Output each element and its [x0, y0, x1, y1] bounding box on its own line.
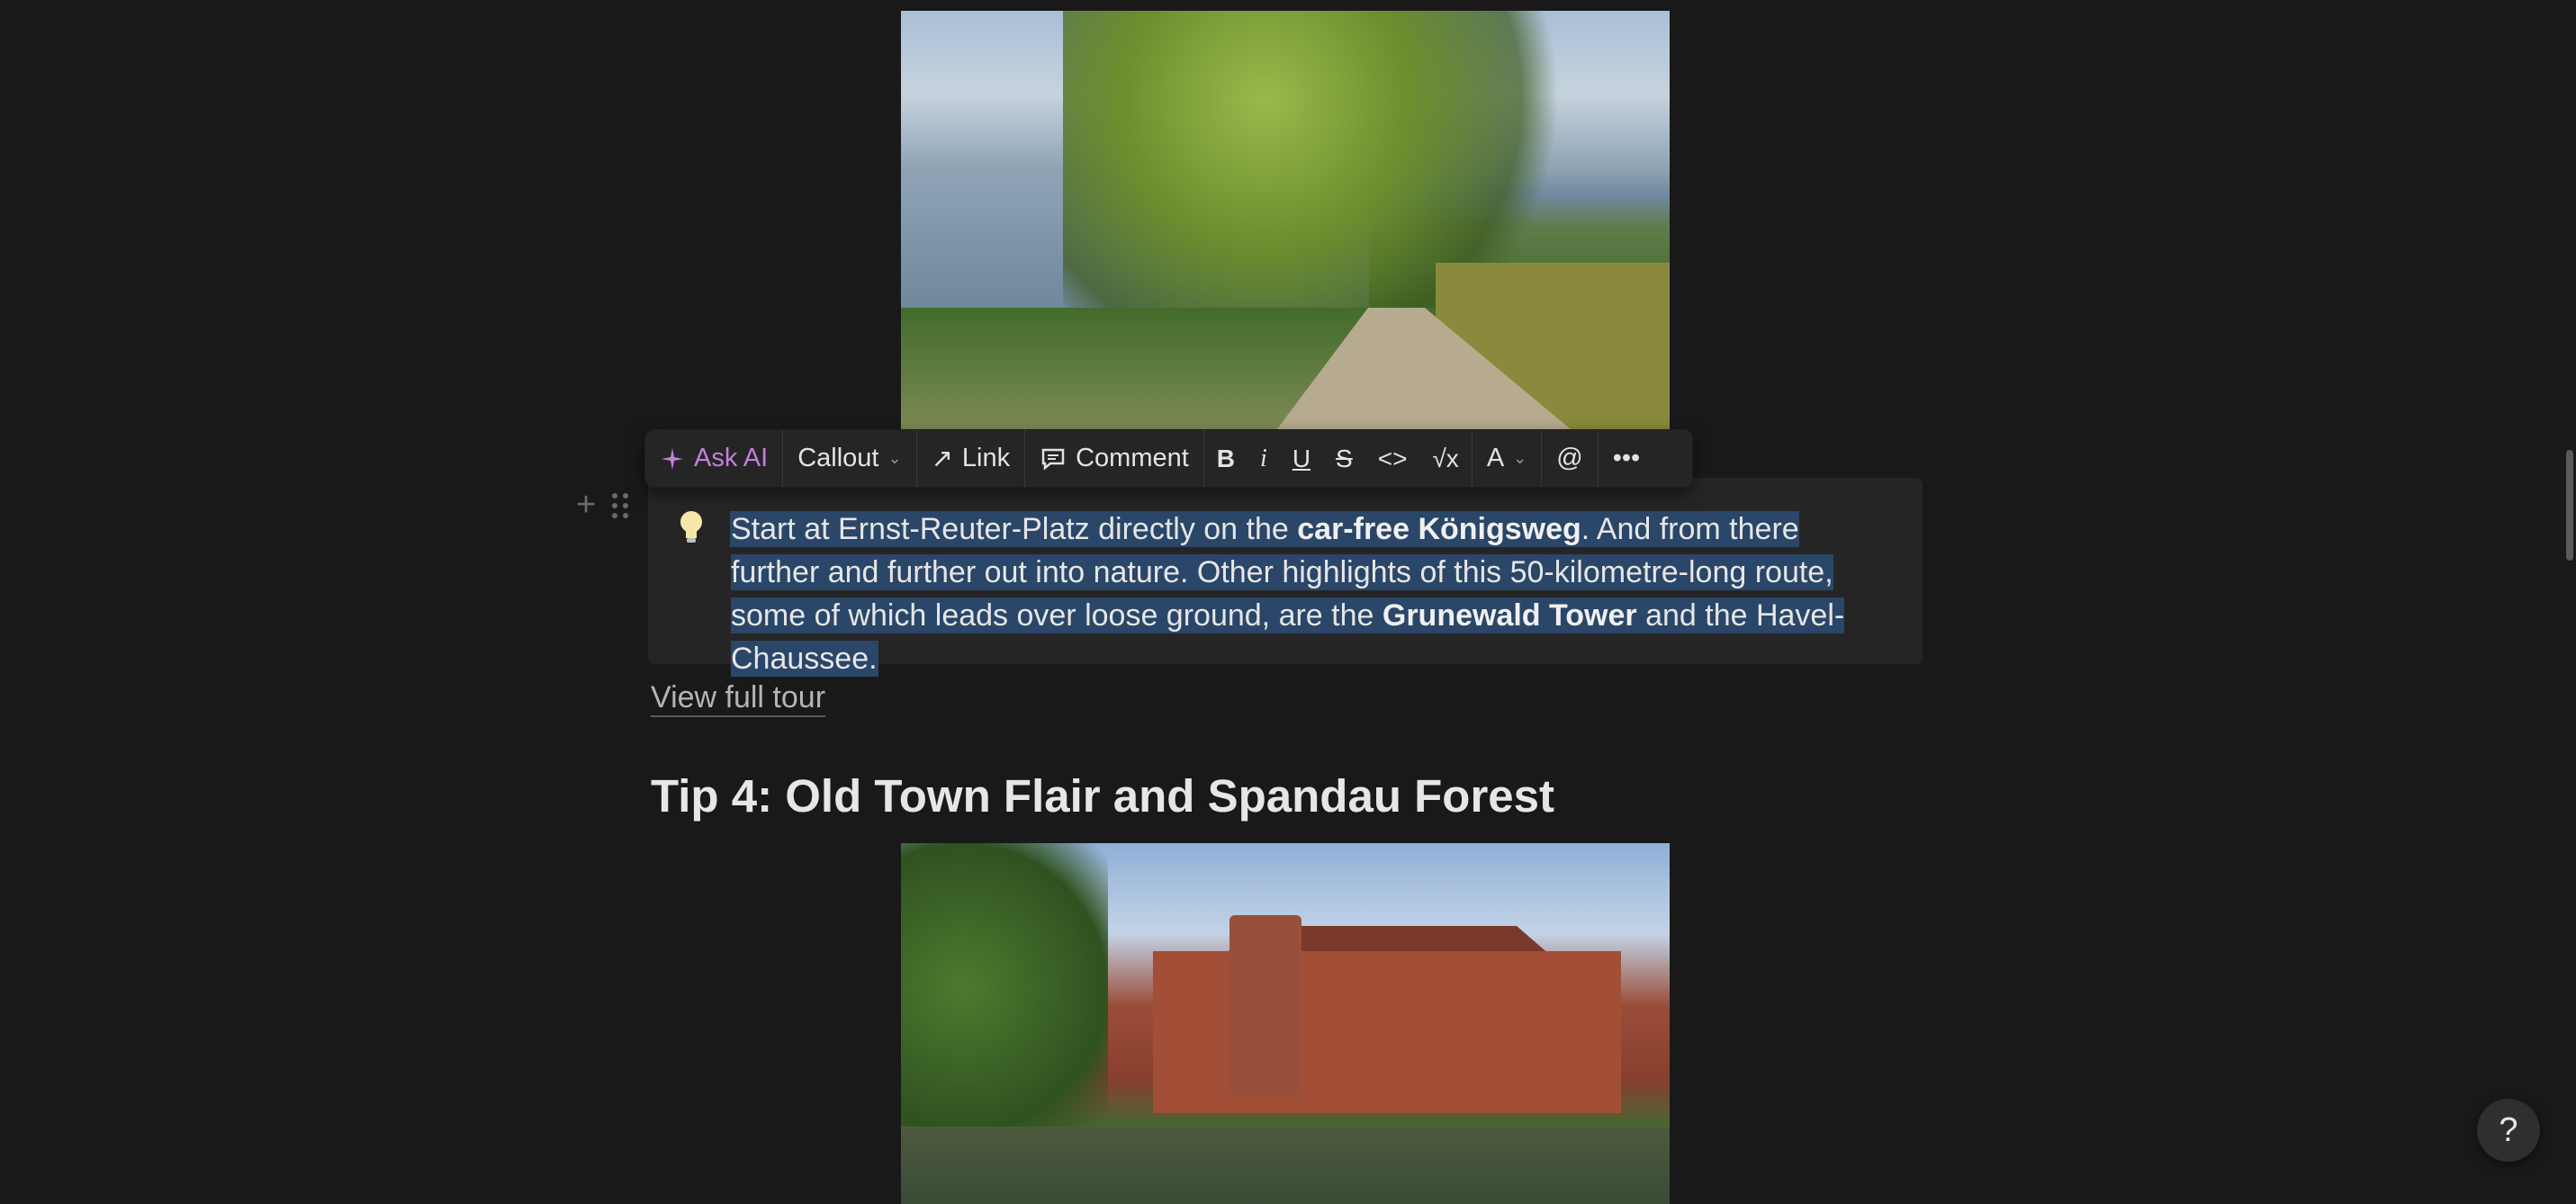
- code-icon: <>: [1377, 444, 1408, 472]
- text-color-label: A: [1486, 444, 1505, 472]
- underline-button[interactable]: U: [1280, 430, 1323, 487]
- chevron-down-icon: ⌄: [887, 449, 902, 467]
- formatting-toolbar: Ask AI Callout ⌄ ↗ Link Comment B i U S …: [645, 430, 1692, 487]
- more-options-button[interactable]: •••: [1599, 430, 1654, 487]
- link-button[interactable]: ↗ Link: [917, 430, 1025, 487]
- comment-label: Comment: [1076, 444, 1189, 472]
- callout-text[interactable]: Start at Ernst-Reuter-Platz directly on …: [731, 508, 1892, 680]
- block-type-label: Callout: [797, 444, 879, 472]
- ask-ai-label: Ask AI: [694, 444, 769, 472]
- link-label: Link: [961, 444, 1011, 472]
- equation-button[interactable]: √x: [1419, 430, 1471, 487]
- add-block-icon[interactable]: +: [576, 486, 596, 525]
- bold-button[interactable]: B: [1204, 430, 1247, 487]
- strikethrough-button[interactable]: S: [1323, 430, 1365, 487]
- sqrt-icon: √x: [1432, 444, 1459, 472]
- code-button[interactable]: <>: [1365, 430, 1420, 487]
- block-handles: +: [576, 486, 629, 525]
- lightbulb-icon[interactable]: [676, 508, 707, 546]
- drag-handle-icon[interactable]: [612, 492, 629, 518]
- text-color-dropdown[interactable]: A ⌄: [1473, 430, 1541, 487]
- block-type-dropdown[interactable]: Callout ⌄: [783, 430, 915, 487]
- arrow-up-right-icon: ↗: [931, 445, 953, 473]
- comment-icon: [1041, 448, 1065, 471]
- sparkle-icon: [662, 447, 683, 470]
- chevron-down-icon: ⌄: [1513, 449, 1527, 467]
- view-full-tour-link[interactable]: View full tour: [651, 679, 826, 717]
- lakeside-path-photo[interactable]: [901, 11, 1670, 429]
- help-button[interactable]: ?: [2477, 1099, 2540, 1162]
- mention-button[interactable]: @: [1542, 430, 1597, 487]
- comment-button[interactable]: Comment: [1025, 430, 1203, 487]
- ellipsis-icon: •••: [1612, 444, 1641, 472]
- italic-button[interactable]: i: [1247, 430, 1280, 487]
- spandau-citadel-photo[interactable]: [901, 843, 1670, 1204]
- scrollbar-thumb[interactable]: [2566, 450, 2573, 561]
- ask-ai-button[interactable]: Ask AI: [645, 430, 782, 487]
- section-heading: Tip 4: Old Town Flair and Spandau Forest: [651, 770, 1555, 822]
